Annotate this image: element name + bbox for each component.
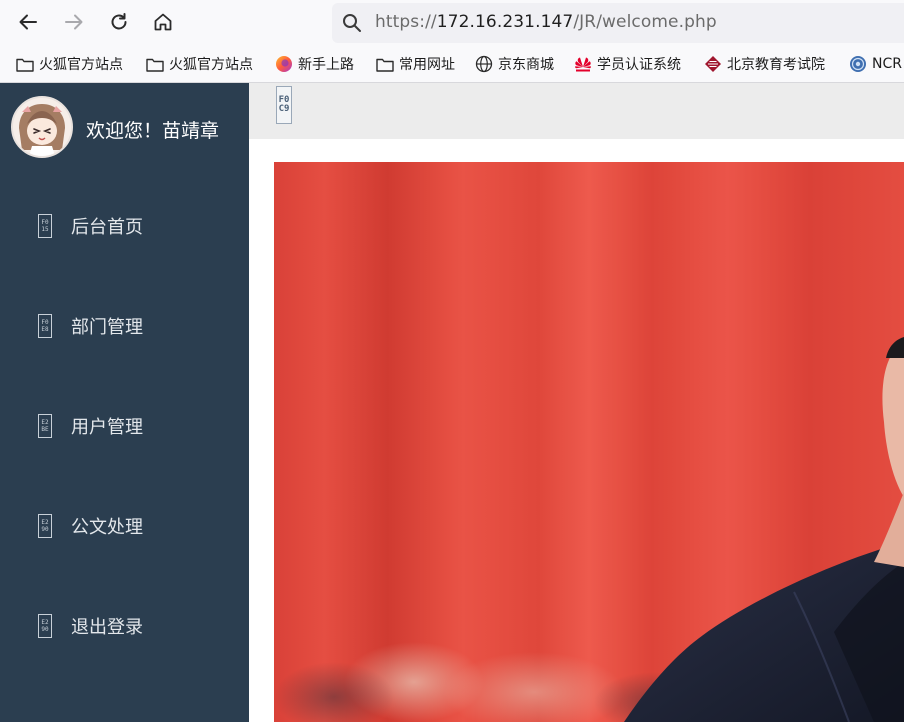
bookmark-label: 学员认证系统 xyxy=(597,57,681,73)
sidebar: 欢迎您！苗靖章 F0 15 后台首页 F0 E8 部门管理 E2 BE 用户管理 E2… xyxy=(0,83,249,722)
bookmark-item[interactable]: 学员认证系统 xyxy=(573,53,681,75)
huawei-icon xyxy=(573,55,593,73)
bookmark-item[interactable]: 新手上路 xyxy=(274,53,354,75)
missing-glyph-icon: F0 E8 xyxy=(38,314,52,338)
ncre-logo-icon xyxy=(848,55,868,73)
folder-icon xyxy=(145,55,165,73)
glyph-code: F0 xyxy=(41,319,49,326)
sidebar-item-label: 公文处理 xyxy=(71,517,143,538)
folder-icon xyxy=(375,55,395,73)
bookmark-label: 火狐官方站点 xyxy=(39,57,123,73)
address-bar[interactable]: https://172.16.231.147/JR/welcome.php xyxy=(332,3,904,43)
sidebar-item-label: 用户管理 xyxy=(71,417,143,438)
missing-glyph-icon: E2 BE xyxy=(38,414,52,438)
bookmarks-bar: 火狐官方站点 火狐官方站点 新手上路 常用网址 京东商城 学员认证系统 北京教育… xyxy=(0,46,904,83)
sidebar-item-departments[interactable]: F0 E8 部门管理 xyxy=(0,296,249,356)
url-prefix: https:// xyxy=(375,12,437,32)
bookmark-item[interactable]: NCR xyxy=(848,53,902,75)
bookmark-item[interactable]: 京东商城 xyxy=(474,53,554,75)
glyph-code: C9 xyxy=(278,104,290,114)
missing-glyph-icon: F0 15 xyxy=(38,214,52,238)
bookmark-item[interactable]: 常用网址 xyxy=(375,53,455,75)
firefox-icon xyxy=(274,55,294,73)
bookmark-label: 北京教育考试院 xyxy=(727,57,825,73)
glyph-code: F0 xyxy=(41,219,49,226)
main-content xyxy=(249,139,904,722)
sidebar-item-logout[interactable]: E2 90 退出登录 xyxy=(0,596,249,656)
missing-glyph-icon: E2 90 xyxy=(38,614,52,638)
url-text: https://172.16.231.147/JR/welcome.php xyxy=(375,12,717,32)
search-icon xyxy=(342,13,362,37)
bookmark-label: 新手上路 xyxy=(298,57,354,73)
glyph-code: E2 xyxy=(41,619,49,626)
welcome-text: 欢迎您！苗靖章 xyxy=(86,120,220,142)
sidebar-item-dashboard[interactable]: F0 15 后台首页 xyxy=(0,196,249,256)
bookmark-label: NCR xyxy=(872,56,902,72)
globe-icon xyxy=(474,55,494,73)
browser-toolbar: https://172.16.231.147/JR/welcome.php xyxy=(0,0,904,46)
reload-icon[interactable] xyxy=(104,7,134,37)
folder-icon xyxy=(15,55,35,73)
avatar xyxy=(11,96,73,158)
url-path: /JR/welcome.php xyxy=(573,12,717,32)
bookmark-label: 京东商城 xyxy=(498,57,554,73)
welcome-photo xyxy=(274,162,904,722)
sidebar-item-label: 退出登录 xyxy=(71,617,143,638)
sidebar-item-documents[interactable]: E2 90 公文处理 xyxy=(0,496,249,556)
glyph-code: E2 xyxy=(41,419,49,426)
bookmark-label: 火狐官方站点 xyxy=(169,57,253,73)
bookmark-item[interactable]: 火狐官方站点 xyxy=(145,53,253,75)
content-header: F0 C9 xyxy=(249,83,904,139)
glyph-code: E8 xyxy=(41,326,49,333)
menu-toggle-icon[interactable]: F0 C9 xyxy=(276,86,292,124)
forward-arrow-icon[interactable] xyxy=(59,7,89,37)
glyph-code: 90 xyxy=(41,526,49,533)
exam-logo-icon xyxy=(703,55,723,73)
bookmark-item[interactable]: 北京教育考试院 xyxy=(703,53,825,75)
sidebar-item-users[interactable]: E2 BE 用户管理 xyxy=(0,396,249,456)
missing-glyph-icon: E2 90 xyxy=(38,514,52,538)
glyph-code: 15 xyxy=(41,226,49,233)
glyph-code: 90 xyxy=(41,626,49,633)
url-host: 172.16.231.147 xyxy=(436,12,574,32)
bookmark-item[interactable]: 火狐官方站点 xyxy=(15,53,123,75)
sidebar-item-label: 部门管理 xyxy=(71,317,143,338)
sidebar-item-label: 后台首页 xyxy=(71,217,143,238)
glyph-code: BE xyxy=(41,426,49,433)
home-icon[interactable] xyxy=(148,7,178,37)
bookmark-label: 常用网址 xyxy=(399,57,455,73)
back-arrow-icon[interactable] xyxy=(13,7,43,37)
glyph-code: E2 xyxy=(41,519,49,526)
